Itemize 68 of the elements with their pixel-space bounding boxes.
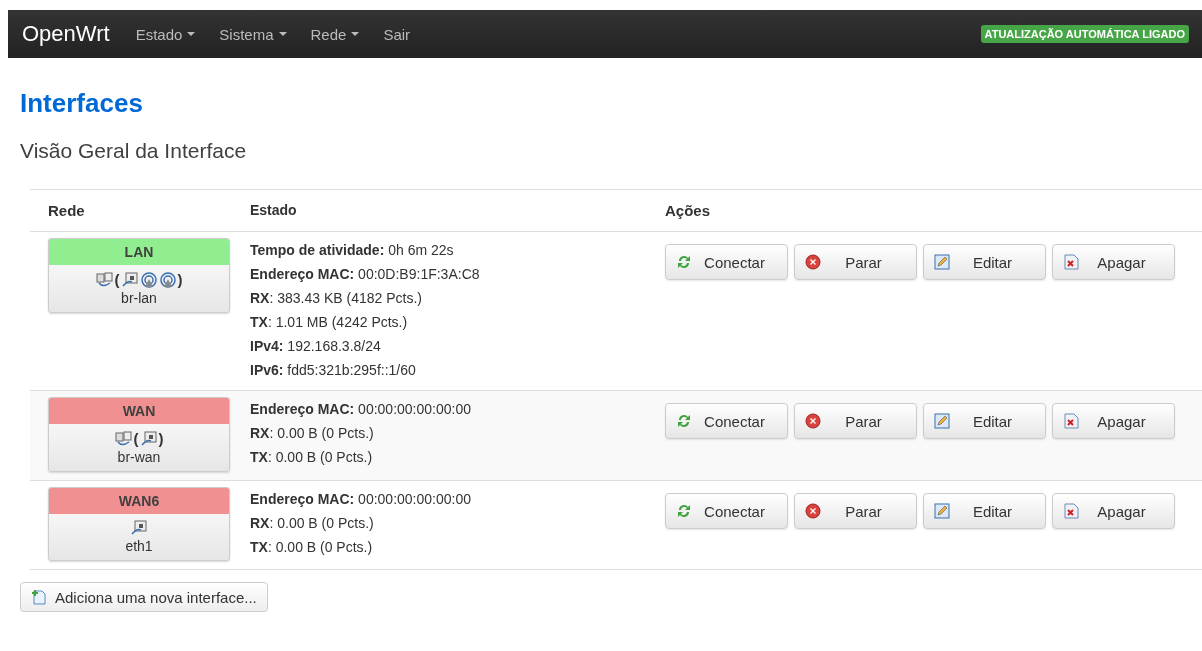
wifi-icon <box>158 271 177 288</box>
status-line: TX: 0.00 B (0 Pcts.) <box>250 448 374 467</box>
stop-button[interactable]: Parar <box>794 403 917 439</box>
bridge-icon <box>95 271 114 288</box>
column-header: Estado <box>250 202 297 218</box>
status-line: IPv4: 192.168.3.8/24 <box>250 337 382 356</box>
menu-item[interactable]: Sistema <box>219 25 287 43</box>
ethernet-icon <box>139 430 158 447</box>
status-line: TX: 1.01 MB (4242 Pcts.) <box>250 313 409 332</box>
menu-item[interactable]: Sair <box>383 25 411 43</box>
ethernet-icon <box>120 271 139 288</box>
status-line: Endereço MAC: 00:0D:B9:1F:3A:C8 <box>250 265 481 284</box>
edit-icon <box>934 413 950 429</box>
menu-item[interactable]: Rede <box>310 25 360 43</box>
brand-link[interactable]: OpenWrt <box>22 21 110 47</box>
delete-button[interactable]: Apagar <box>1052 244 1175 280</box>
caret-icon <box>278 32 287 36</box>
status-line: RX: 0.00 B (0 Pcts.) <box>250 514 375 533</box>
refresh-icon <box>676 254 692 270</box>
edit-button[interactable]: Editar <box>923 244 1046 280</box>
device-name: eth1 <box>124 538 154 554</box>
bridge-icon <box>114 430 133 447</box>
bracket: ( <box>114 271 120 288</box>
interface-name: LAN <box>49 239 229 265</box>
edit-button[interactable]: Editar <box>923 403 1046 439</box>
wifi-icon <box>139 271 158 288</box>
stop-button[interactable]: Parar <box>794 493 917 529</box>
add-interface-button[interactable]: Adiciona uma nova interface... <box>20 582 268 612</box>
stop-icon <box>805 503 821 519</box>
delete-icon <box>1063 413 1079 429</box>
interface-name: WAN <box>49 398 229 424</box>
delete-button[interactable]: Apagar <box>1052 493 1175 529</box>
bracket: ) <box>177 271 183 288</box>
menu-item[interactable]: Estado <box>135 25 196 43</box>
bracket: ( <box>133 430 139 447</box>
ethernet-icon <box>130 520 148 536</box>
stop-icon <box>805 413 821 429</box>
edit-icon <box>934 254 950 270</box>
refresh-icon <box>676 413 692 429</box>
connect-button[interactable]: Conectar <box>665 493 788 529</box>
caret-icon <box>187 32 196 36</box>
page-title: Interfaces <box>20 88 144 119</box>
stop-icon <box>805 254 821 270</box>
section-title: Visão Geral da Interface <box>20 139 248 163</box>
status-line: Endereço MAC: 00:00:00:00:00:00 <box>250 400 472 419</box>
connect-button[interactable]: Conectar <box>665 244 788 280</box>
connect-button[interactable]: Conectar <box>665 403 788 439</box>
status-line: Tempo de atividade: 0h 6m 22s <box>250 241 455 260</box>
interface-name: WAN6 <box>49 488 229 514</box>
column-header: Ações <box>665 202 711 219</box>
stop-button[interactable]: Parar <box>794 244 917 280</box>
bracket: ) <box>158 430 164 447</box>
refresh-icon <box>676 503 692 519</box>
delete-icon <box>1063 503 1079 519</box>
edit-icon <box>934 503 950 519</box>
status-line: RX: 383.43 KB (4182 Pcts.) <box>250 289 423 308</box>
edit-button[interactable]: Editar <box>923 493 1046 529</box>
caret-icon <box>351 32 360 36</box>
column-header: Rede <box>48 202 85 219</box>
status-line: Endereço MAC: 00:00:00:00:00:00 <box>250 490 472 509</box>
new-document-icon <box>31 589 47 605</box>
delete-button[interactable]: Apagar <box>1052 403 1175 439</box>
device-name: br-lan <box>120 290 158 306</box>
status-line: IPv6: fdd5:321b:295f::1/60 <box>250 361 417 380</box>
status-line: RX: 0.00 B (0 Pcts.) <box>250 424 375 443</box>
device-name: br-wan <box>116 449 162 465</box>
status-line: TX: 0.00 B (0 Pcts.) <box>250 538 374 557</box>
delete-icon <box>1063 254 1079 270</box>
